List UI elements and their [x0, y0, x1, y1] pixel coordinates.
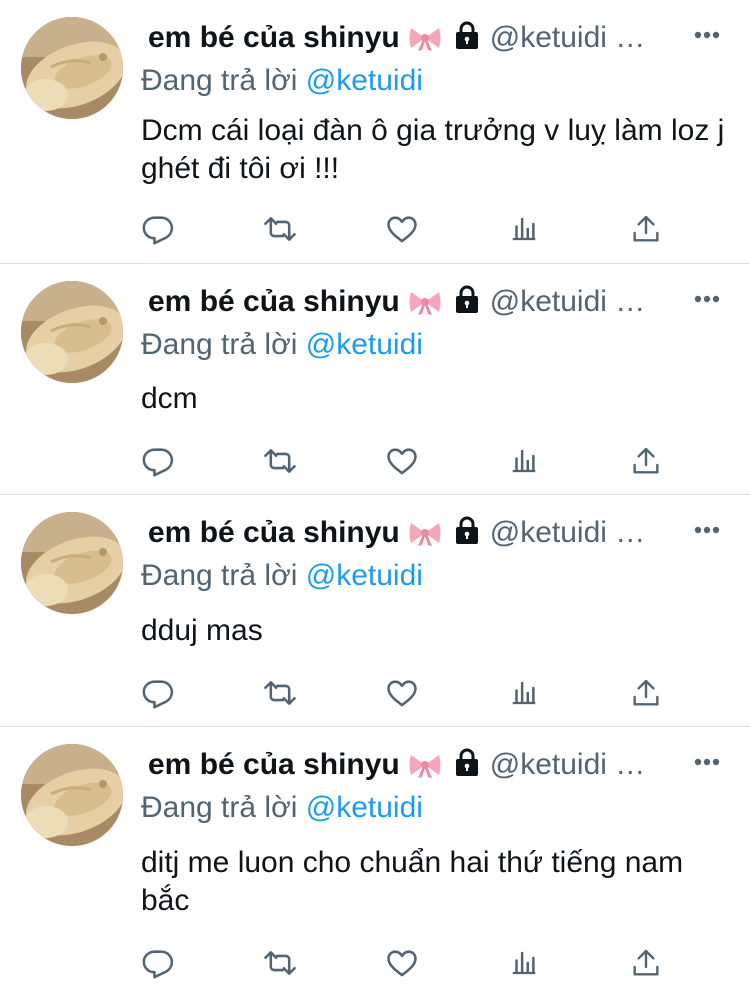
reply-context: Đang trả lời @ketuidi [141, 326, 423, 364]
reply-prefix: Đang trả lời [141, 559, 298, 592]
tweet-actions [0, 209, 750, 249]
tweet-text: Dcm cái loại đàn ô gia trưởng v luỵ làm … [141, 114, 733, 185]
tweet[interactable]: em bé của shinyu @ketuidi … Đang trả lời … [0, 727, 750, 987]
display-name[interactable]: em bé của shinyu [148, 285, 400, 318]
reply-prefix: Đang trả lời [141, 791, 298, 824]
analytics-button[interactable] [504, 441, 544, 481]
share-button[interactable] [626, 441, 666, 481]
share-icon [633, 679, 659, 706]
reply-icon [142, 448, 174, 477]
user-handle[interactable]: @ketuidi … [490, 21, 646, 54]
display-name[interactable]: em bé của shinyu [148, 516, 400, 549]
retweet-icon [264, 681, 296, 705]
tweet-header: em bé của shinyu @ketuidi … [148, 282, 733, 322]
more-icon[interactable] [694, 290, 720, 303]
analytics-icon [512, 951, 536, 975]
user-handle[interactable]: @ketuidi … [490, 748, 646, 781]
reply-context: Đang trả lời @ketuidi [141, 789, 423, 827]
share-button[interactable] [626, 673, 666, 713]
retweet-icon [264, 217, 296, 241]
taiyaki-avatar-image [21, 17, 123, 119]
analytics-icon [512, 681, 536, 705]
tweet[interactable]: em bé của shinyu @ketuidi … Đang trả lời … [0, 495, 750, 727]
more-icon[interactable] [694, 26, 720, 39]
reply-mention[interactable]: @ketuidi [306, 328, 423, 361]
share-button[interactable] [626, 943, 666, 983]
analytics-button[interactable] [504, 673, 544, 713]
reply-button[interactable] [138, 441, 178, 481]
reply-icon [142, 216, 174, 245]
user-handle[interactable]: @ketuidi … [490, 285, 646, 318]
tweet[interactable]: em bé của shinyu @ketuidi … Đang trả lời … [0, 0, 750, 264]
taiyaki-avatar-image [21, 744, 123, 846]
tweet-actions [0, 673, 750, 713]
reply-icon [142, 680, 174, 709]
analytics-icon [512, 449, 536, 473]
avatar[interactable] [21, 744, 123, 846]
lock-icon [452, 20, 482, 61]
tweet-text: dduj mas [141, 614, 263, 647]
tweet-feed: em bé của shinyu @ketuidi … Đang trả lời … [0, 0, 750, 987]
tweet-text: dcm [141, 382, 198, 415]
retweet-button[interactable] [260, 209, 300, 249]
reply-mention[interactable]: @ketuidi [306, 559, 423, 592]
retweet-button[interactable] [260, 441, 300, 481]
ribbon-bow-icon [408, 22, 442, 62]
reply-button[interactable] [138, 943, 178, 983]
like-icon [387, 448, 417, 475]
tweet[interactable]: em bé của shinyu @ketuidi … Đang trả lời … [0, 264, 750, 495]
ribbon-bow-icon [408, 517, 442, 557]
tweet-actions [0, 441, 750, 481]
lock-icon [452, 747, 482, 788]
tweet-text: ditj me luon cho chuẩn hai thứ tiếng nam… [141, 846, 692, 917]
avatar[interactable] [21, 281, 123, 383]
share-icon [633, 215, 659, 242]
retweet-icon [264, 951, 296, 975]
like-button[interactable] [382, 441, 422, 481]
more-icon[interactable] [694, 521, 720, 534]
share-icon [633, 949, 659, 976]
tweet-header: em bé của shinyu @ketuidi … [148, 745, 733, 785]
tweet-header: em bé của shinyu @ketuidi … [148, 513, 733, 553]
analytics-icon [512, 217, 536, 241]
reply-button[interactable] [138, 673, 178, 713]
avatar[interactable] [21, 17, 123, 119]
reply-prefix: Đang trả lời [141, 64, 298, 97]
share-button[interactable] [626, 209, 666, 249]
reply-context: Đang trả lời @ketuidi [141, 62, 423, 100]
reply-button[interactable] [138, 209, 178, 249]
display-name[interactable]: em bé của shinyu [148, 748, 400, 781]
tweet-header: em bé của shinyu @ketuidi … [148, 18, 733, 58]
reply-context: Đang trả lời @ketuidi [141, 557, 423, 595]
analytics-button[interactable] [504, 209, 544, 249]
retweet-icon [264, 449, 296, 473]
display-name[interactable]: em bé của shinyu [148, 21, 400, 54]
share-icon [633, 447, 659, 474]
like-icon [387, 216, 417, 243]
tweet-actions [0, 943, 750, 983]
like-button[interactable] [382, 943, 422, 983]
retweet-button[interactable] [260, 673, 300, 713]
like-button[interactable] [382, 673, 422, 713]
ribbon-bow-icon [408, 286, 442, 326]
reply-mention[interactable]: @ketuidi [306, 64, 423, 97]
lock-icon [452, 515, 482, 556]
user-handle[interactable]: @ketuidi … [490, 516, 646, 549]
reply-mention[interactable]: @ketuidi [306, 791, 423, 824]
taiyaki-avatar-image [21, 512, 123, 614]
reply-prefix: Đang trả lời [141, 328, 298, 361]
like-icon [387, 950, 417, 977]
analytics-button[interactable] [504, 943, 544, 983]
like-button[interactable] [382, 209, 422, 249]
avatar[interactable] [21, 512, 123, 614]
reply-icon [142, 950, 174, 979]
like-icon [387, 680, 417, 707]
retweet-button[interactable] [260, 943, 300, 983]
taiyaki-avatar-image [21, 281, 123, 383]
lock-icon [452, 284, 482, 325]
ribbon-bow-icon [408, 749, 442, 789]
more-icon[interactable] [694, 753, 720, 766]
